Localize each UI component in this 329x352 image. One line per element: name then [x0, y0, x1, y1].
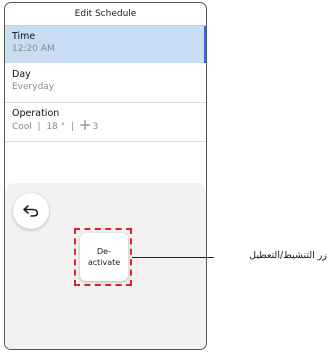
separator: |	[34, 122, 44, 132]
phone-screen: Edit Schedule Time 12:20 AM Day Everyday…	[4, 2, 207, 350]
time-value: 12:20 AM	[12, 44, 55, 54]
time-label: Time	[12, 31, 36, 42]
figure: Edit Schedule Time 12:20 AM Day Everyday…	[0, 0, 329, 352]
operation-temperature: 18 °	[46, 122, 66, 132]
operation-fan-level: 3	[92, 122, 99, 132]
operation-label: Operation	[12, 108, 60, 119]
day-label: Day	[12, 69, 31, 80]
day-value: Everyday	[12, 82, 55, 92]
operation-value: Cool | 18 ° | 3	[12, 120, 206, 133]
operation-mode: Cool	[12, 122, 32, 132]
fan-icon	[79, 120, 90, 130]
callout-label: زر التنشيط/التعطيل	[249, 250, 327, 261]
time-row[interactable]: Time 12:20 AM	[5, 26, 206, 63]
back-arrow-icon	[23, 205, 39, 217]
callout-line	[132, 257, 214, 258]
separator: |	[68, 122, 77, 132]
operation-row[interactable]: Operation Cool | 18 ° | 3	[5, 104, 206, 142]
day-row[interactable]: Day Everyday	[5, 65, 206, 103]
page-title: Edit Schedule	[5, 3, 206, 26]
back-button[interactable]	[13, 193, 49, 229]
deactivate-button[interactable]: De- activate	[80, 233, 128, 281]
